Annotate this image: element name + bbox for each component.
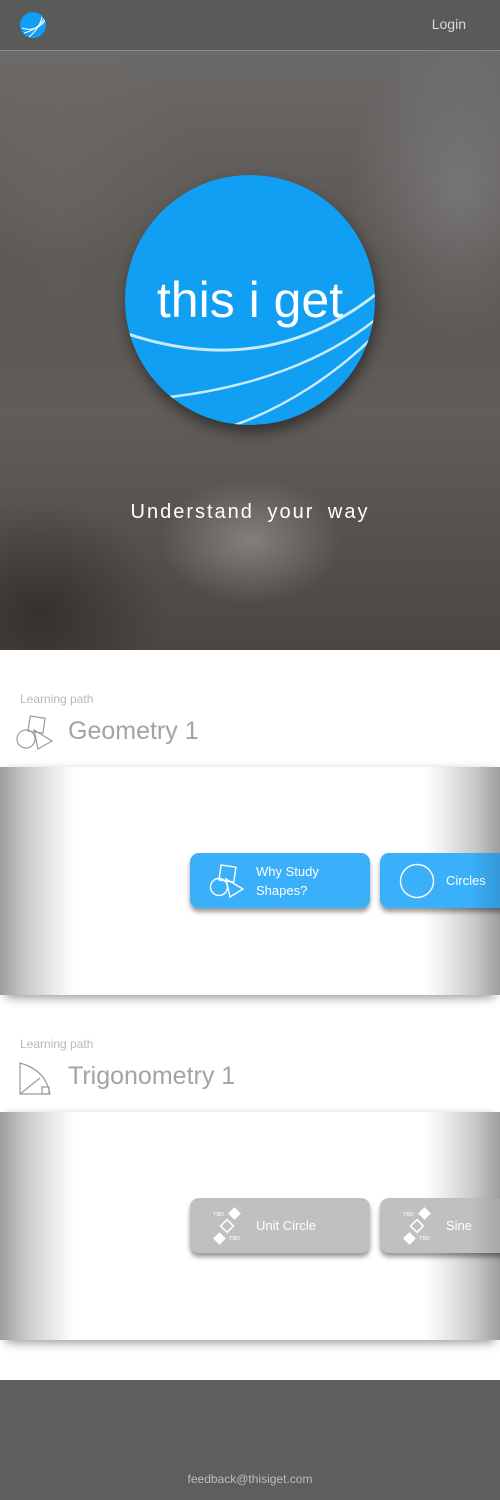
- lesson-card-label: Why Study Shapes?: [256, 863, 319, 898]
- footer: feedback@thisiget.com: [0, 1380, 500, 1500]
- hero-banner: this i get Understand your way: [0, 51, 500, 650]
- lesson-card[interactable]: Circles: [380, 853, 500, 908]
- feedback-email-link[interactable]: feedback@thisiget.com: [0, 1472, 500, 1486]
- learning-path-label: Learning path: [20, 692, 94, 706]
- lesson-card[interactable]: TBD TBD Sine: [380, 1198, 500, 1253]
- lesson-carousel[interactable]: Why Study Shapes? Circles: [0, 767, 500, 995]
- tbd-icon: TBD TBD: [403, 1207, 431, 1245]
- svg-text:TBD: TBD: [419, 1236, 430, 1242]
- brand-globe-icon[interactable]: [20, 12, 46, 38]
- svg-text:TBD: TBD: [403, 1212, 414, 1218]
- lesson-carousel[interactable]: TBD TBD Unit Circle TBD TBD Sine: [0, 1112, 500, 1340]
- login-link[interactable]: Login: [432, 16, 466, 32]
- lesson-card-label: Unit Circle: [256, 1218, 316, 1233]
- learning-path-title: Geometry 1: [68, 717, 199, 745]
- shapes-icon: [209, 864, 245, 899]
- right-triangle-icon: [19, 1062, 51, 1095]
- shapes-icon: [16, 715, 54, 750]
- svg-text:TBD: TBD: [213, 1212, 224, 1218]
- hero-title: this i get: [156, 272, 344, 328]
- circle-icon: [399, 863, 435, 899]
- learning-path-label: Learning path: [20, 1037, 94, 1051]
- svg-text:TBD: TBD: [229, 1236, 240, 1242]
- tbd-icon: TBD TBD: [213, 1207, 241, 1245]
- learning-path-title: Trigonometry 1: [68, 1062, 236, 1090]
- hero-tagline: Understand your way: [130, 501, 370, 523]
- lesson-card[interactable]: TBD TBD Unit Circle: [190, 1198, 370, 1253]
- hero-logo-circle: this i get: [125, 175, 375, 425]
- lesson-card[interactable]: Why Study Shapes?: [190, 853, 370, 908]
- top-nav-bar: Login: [0, 0, 500, 51]
